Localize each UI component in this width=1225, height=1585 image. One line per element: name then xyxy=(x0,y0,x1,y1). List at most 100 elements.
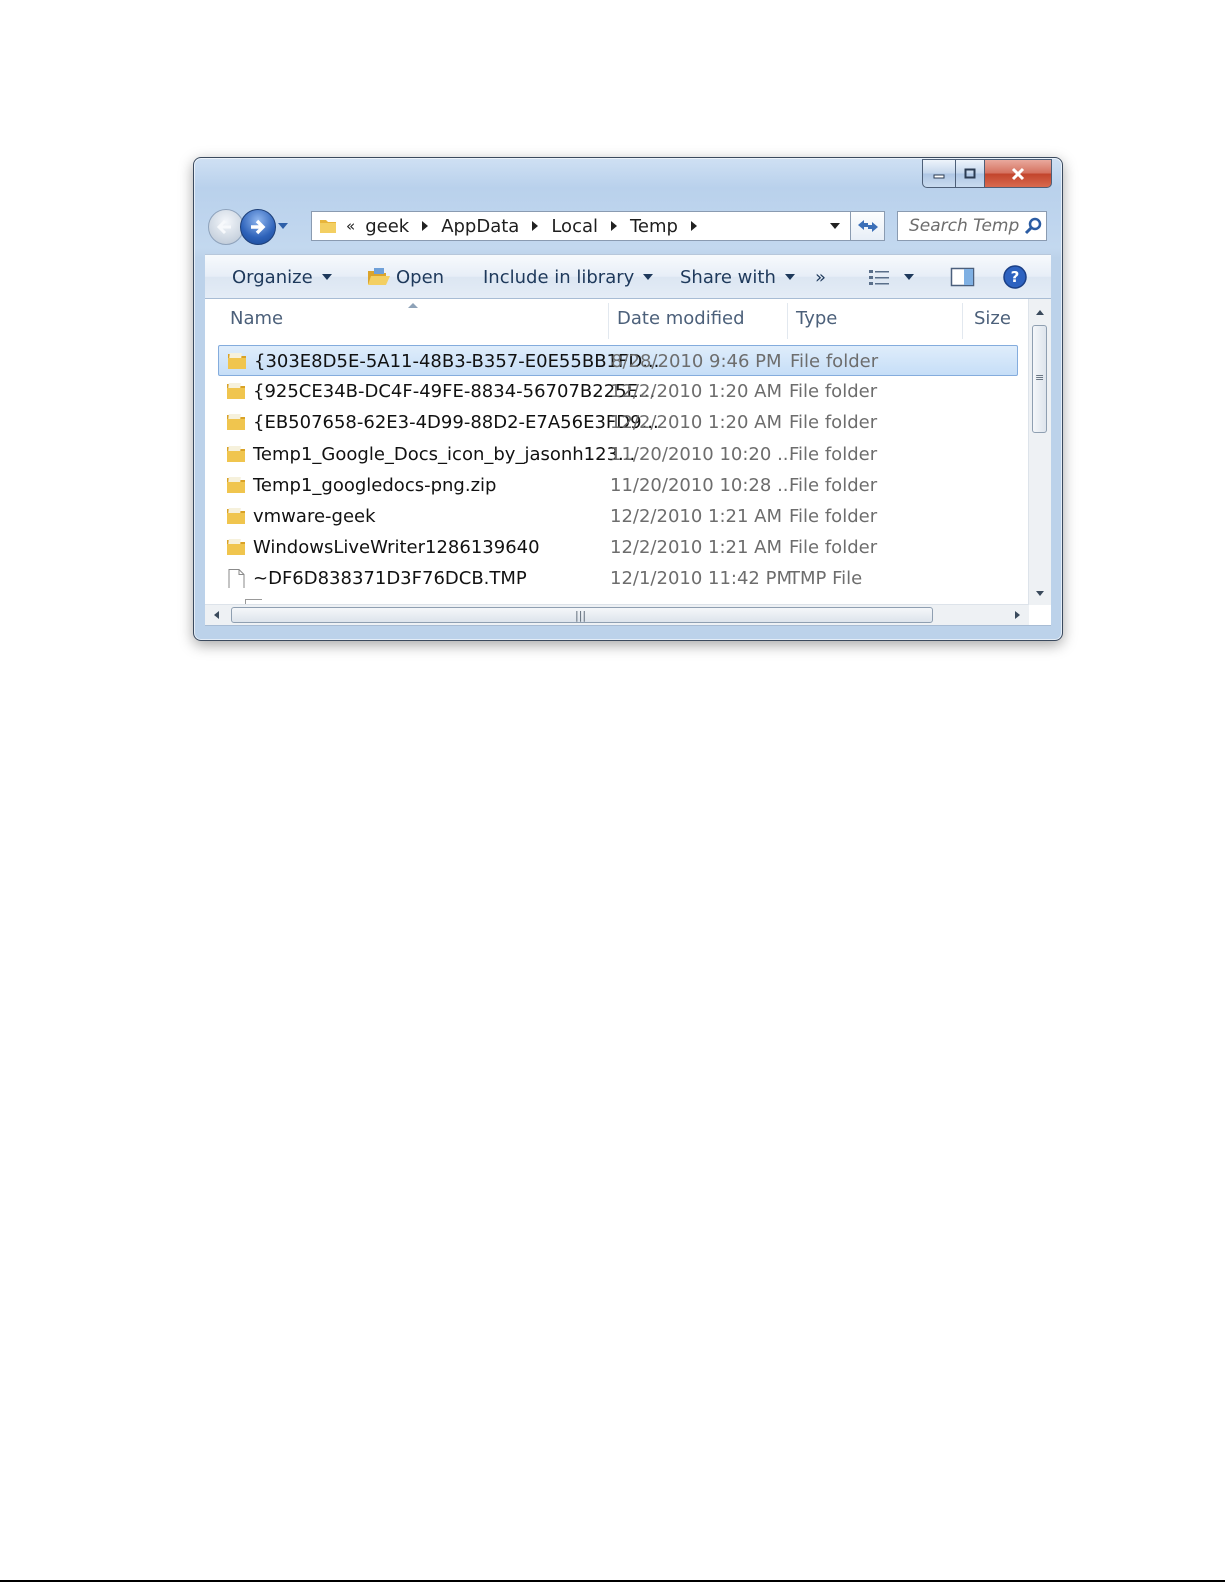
open-button[interactable]: Open xyxy=(366,255,444,299)
close-button[interactable] xyxy=(985,159,1052,188)
scroll-left-button[interactable] xyxy=(205,605,227,625)
breadcrumb-arrow-icon[interactable] xyxy=(532,221,539,231)
recent-pages-dropdown-icon[interactable] xyxy=(277,220,289,232)
address-dropdown-icon[interactable] xyxy=(830,223,840,229)
file-name: {303E8D5E-5A11-48B3-B357-E0E55BB1FD... xyxy=(254,351,660,372)
more-label: » xyxy=(815,266,827,288)
folder-icon xyxy=(227,539,245,556)
file-row[interactable]: Temp1_Google_Docs_icon_by_jasonh123... 11… xyxy=(218,439,1018,470)
folder-icon xyxy=(320,220,336,233)
breadcrumb-geek[interactable]: geek xyxy=(365,216,409,237)
share-with-label: Share with xyxy=(680,266,776,288)
file-type: TMP File xyxy=(789,568,863,590)
breadcrumb-arrow-icon[interactable] xyxy=(611,221,617,231)
search-box[interactable] xyxy=(897,211,1047,241)
vertical-scrollbar[interactable]: ≡ xyxy=(1028,299,1051,605)
breadcrumb-overflow[interactable]: « xyxy=(346,217,355,235)
page-divider xyxy=(0,1580,1225,1582)
horizontal-scrollbar[interactable]: ||| xyxy=(205,604,1029,625)
file-name: {EB507658-62E3-4D99-88D2-E7A56E3FD9... xyxy=(253,412,659,434)
back-arrow-icon xyxy=(216,219,231,235)
caption-buttons xyxy=(922,159,1052,188)
column-header-type[interactable]: Type xyxy=(784,299,964,339)
folder-icon xyxy=(227,476,245,493)
refresh-button[interactable] xyxy=(851,211,885,241)
breadcrumb-arrow-icon[interactable] xyxy=(690,221,697,231)
column-header-date-modified[interactable]: Date modified xyxy=(605,299,785,339)
file-type: File folder xyxy=(789,443,878,465)
scroll-right-button[interactable] xyxy=(1007,605,1029,625)
change-view-button[interactable] xyxy=(867,255,891,299)
details-view-icon xyxy=(869,270,889,285)
column-header-size[interactable]: Size xyxy=(962,299,1023,339)
open-label: Open xyxy=(396,266,445,288)
command-bar: Organize Open Include in library Share w… xyxy=(205,254,1051,299)
explorer-window: « geek AppData Local Temp Organize xyxy=(193,157,1063,641)
file-type: File folder xyxy=(789,381,878,403)
minimize-icon xyxy=(933,174,945,178)
more-commands-button[interactable]: » xyxy=(815,255,826,299)
include-in-library-menu[interactable]: Include in library xyxy=(483,255,654,299)
breadcrumb-local[interactable]: Local xyxy=(551,216,598,237)
folder-icon xyxy=(227,383,245,400)
file-type: File folder xyxy=(790,351,879,372)
file-name: Temp1_Google_Docs_icon_by_jasonh123... xyxy=(253,443,636,465)
file-row[interactable]: {925CE34B-DC4F-49FE-8834-56707B225E... 12… xyxy=(218,376,1018,407)
minimize-button[interactable] xyxy=(922,159,956,188)
preview-pane-button[interactable] xyxy=(950,255,976,299)
file-row[interactable]: ~DF6D838371D3F76DCB.TMP 12/1/2010 11:42 P… xyxy=(218,563,1018,594)
file-type: File folder xyxy=(789,412,878,434)
search-input[interactable] xyxy=(907,215,1023,237)
folder-icon xyxy=(228,353,246,369)
file-name: {925CE34B-DC4F-49FE-8834-56707B225E... xyxy=(253,381,656,403)
navigation-bar: « geek AppData Local Temp xyxy=(206,208,1054,245)
breadcrumb-appdata[interactable]: AppData xyxy=(441,216,519,237)
file-icon xyxy=(228,569,245,589)
file-date-modified: 8/28/2010 9:46 PM xyxy=(611,351,782,372)
folder-icon xyxy=(227,508,245,524)
organize-label: Organize xyxy=(232,266,313,288)
chevron-down-icon xyxy=(643,274,654,280)
file-row[interactable]: {303E8D5E-5A11-48B3-B357-E0E55BB1FD... 8/… xyxy=(218,345,1018,376)
file-type: File folder xyxy=(789,474,878,496)
file-name: Temp1_googledocs-png.zip xyxy=(253,474,497,496)
file-row[interactable]: Temp1_googledocs-png.zip 11/20/2010 10:28… xyxy=(218,470,1018,501)
file-date-modified: 12/2/2010 1:20 AM xyxy=(610,381,783,403)
file-row[interactable]: {EB507658-62E3-4D99-88D2-E7A56E3FD9... 12… xyxy=(218,407,1018,438)
file-name: vmware-geek xyxy=(253,506,376,527)
maximize-button[interactable] xyxy=(956,159,985,188)
svg-text:?: ? xyxy=(1011,268,1020,286)
help-button[interactable]: ? xyxy=(1002,255,1028,299)
back-button[interactable] xyxy=(208,209,244,245)
organize-menu[interactable]: Organize xyxy=(232,255,332,299)
file-type: File folder xyxy=(789,506,878,527)
open-folder-icon xyxy=(368,268,390,285)
file-date-modified: 12/1/2010 11:42 PM xyxy=(610,568,792,590)
file-row[interactable]: vmware-geek 12/2/2010 1:21 AM File folder xyxy=(218,501,1018,532)
chevron-down-icon xyxy=(904,274,914,280)
preview-pane-icon xyxy=(950,267,975,287)
file-date-modified: 12/2/2010 1:20 AM xyxy=(610,412,783,434)
address-bar[interactable]: « geek AppData Local Temp xyxy=(311,211,851,241)
arrow-up-icon xyxy=(1036,310,1044,315)
file-date-modified: 11/20/2010 10:20 ... xyxy=(610,443,795,465)
forward-arrow-icon xyxy=(251,219,266,235)
column-header-name[interactable]: Name xyxy=(218,299,608,339)
forward-button[interactable] xyxy=(240,209,276,245)
file-date-modified: 11/20/2010 10:28 ... xyxy=(610,474,795,496)
view-options-dropdown[interactable] xyxy=(904,255,914,299)
help-icon: ? xyxy=(1003,265,1027,289)
file-date-modified: 12/2/2010 1:21 AM xyxy=(610,506,783,527)
scroll-up-button[interactable] xyxy=(1029,301,1051,323)
search-icon[interactable] xyxy=(1023,216,1043,236)
file-list: Name Date modified Type Size {303E8D5E-5… xyxy=(205,299,1051,626)
breadcrumb-arrow-icon[interactable] xyxy=(422,221,429,231)
scroll-down-button[interactable] xyxy=(1029,583,1051,605)
vertical-scroll-thumb[interactable]: ≡ xyxy=(1032,325,1047,433)
column-headers: Name Date modified Type Size xyxy=(205,299,1023,339)
share-with-menu[interactable]: Share with xyxy=(680,255,795,299)
file-row[interactable]: WindowsLiveWriter1286139640 12/2/2010 1:2… xyxy=(218,532,1018,563)
breadcrumb-temp[interactable]: Temp xyxy=(630,216,678,237)
horizontal-scroll-thumb[interactable]: ||| xyxy=(231,607,933,623)
grip-icon: ≡ xyxy=(1035,371,1045,384)
